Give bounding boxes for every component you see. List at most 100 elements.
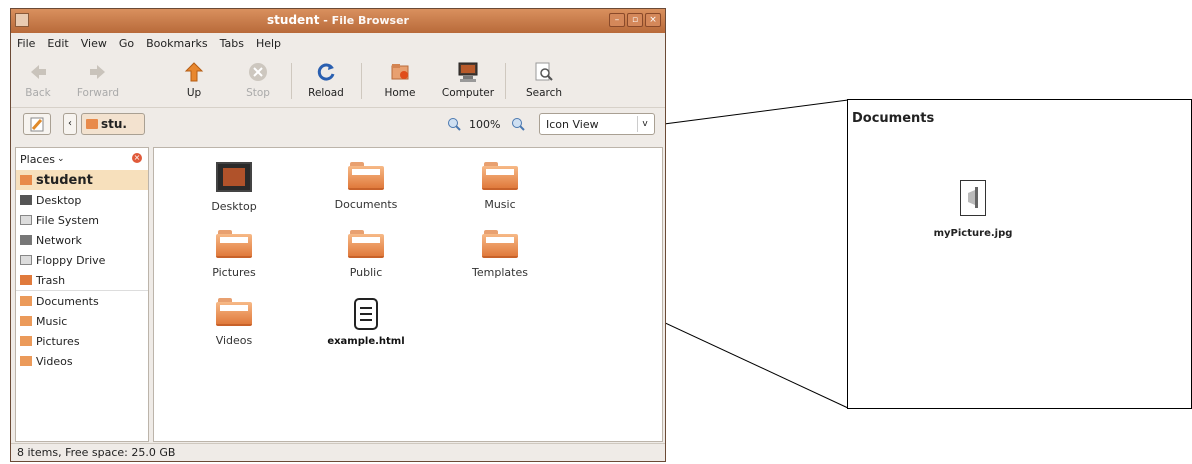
- file-item-music[interactable]: Music: [450, 162, 550, 211]
- folder-icon: [482, 230, 518, 258]
- file-item-example-html[interactable]: example.html: [316, 298, 416, 347]
- window-title-app: - File Browser: [319, 14, 409, 27]
- callout-title: Documents: [852, 111, 935, 126]
- drive-icon: [20, 215, 32, 225]
- sidebar-item-label: Pictures: [36, 334, 80, 348]
- file-item-label: Templates: [472, 266, 528, 279]
- sidebar-item-network[interactable]: Network: [16, 230, 148, 250]
- sidebar-item-trash[interactable]: Trash: [16, 270, 148, 291]
- menu-tabs[interactable]: Tabs: [220, 37, 244, 50]
- file-icon-view[interactable]: Desktop Documents Music Pictures Public …: [153, 147, 663, 442]
- home-folder-icon: [86, 119, 98, 129]
- location-bar: ‹ stu. 100% Icon View v: [11, 109, 665, 141]
- home-icon: [389, 61, 411, 83]
- chevron-down-icon: ⌄: [56, 154, 65, 164]
- folder-icon: [20, 336, 32, 346]
- edit-location-icon: [30, 117, 44, 132]
- sidebar-item-pictures[interactable]: Pictures: [16, 331, 148, 351]
- toggle-location-button[interactable]: [23, 113, 51, 135]
- sidebar-item-label: Network: [36, 233, 82, 247]
- search-label: Search: [525, 87, 563, 99]
- zoom-level[interactable]: 100%: [469, 118, 500, 131]
- title-bar[interactable]: student - File Browser – ▫ ×: [11, 9, 665, 33]
- stop-icon: [247, 61, 269, 83]
- stop-button[interactable]: Stop: [233, 61, 283, 99]
- status-text: 8 items, Free space: 25.0 GB: [17, 446, 176, 459]
- file-item-desktop[interactable]: Desktop: [184, 162, 284, 213]
- file-item-public[interactable]: Public: [316, 230, 416, 279]
- path-button-home[interactable]: stu.: [81, 113, 145, 135]
- places-header[interactable]: Places ⌄ ×: [16, 148, 148, 170]
- file-item-label: Pictures: [212, 266, 256, 279]
- maximize-button[interactable]: ▫: [627, 13, 643, 27]
- window-title-folder: student: [267, 13, 320, 27]
- file-item-documents[interactable]: Documents: [316, 162, 416, 211]
- minimize-button[interactable]: –: [609, 13, 625, 27]
- reload-button[interactable]: Reload: [301, 61, 351, 99]
- up-label: Up: [186, 87, 202, 99]
- menu-bookmarks[interactable]: Bookmarks: [146, 37, 207, 50]
- up-button[interactable]: Up: [169, 61, 219, 99]
- window-title: student - File Browser: [11, 13, 665, 27]
- sidebar-item-label: Floppy Drive: [36, 253, 106, 267]
- zoom-out-icon[interactable]: [447, 117, 461, 131]
- sidebar-item-videos[interactable]: Videos: [16, 351, 148, 371]
- forward-arrow-icon: [87, 61, 109, 83]
- file-item-label: Music: [484, 198, 516, 211]
- sidebar-item-label: Desktop: [36, 193, 82, 207]
- sidebar-item-documents[interactable]: Documents: [16, 291, 148, 311]
- menu-go[interactable]: Go: [119, 37, 134, 50]
- close-button[interactable]: ×: [645, 13, 661, 27]
- folder-icon: [482, 162, 518, 190]
- view-mode-value: Icon View: [546, 117, 599, 131]
- folder-icon: [348, 162, 384, 190]
- file-browser-window: student - File Browser – ▫ × File Edit V…: [10, 8, 666, 462]
- menu-bar: File Edit View Go Bookmarks Tabs Help: [11, 33, 665, 53]
- computer-label: Computer: [441, 87, 495, 99]
- path-scroll-left-button[interactable]: ‹: [63, 113, 77, 135]
- folder-icon: [20, 316, 32, 326]
- sidebar-item-label: Videos: [36, 354, 73, 368]
- desktop-folder-icon: [216, 162, 252, 192]
- menu-file[interactable]: File: [17, 37, 35, 50]
- sidebar-item-label: File System: [36, 213, 99, 227]
- computer-icon: [457, 61, 479, 83]
- view-mode-select[interactable]: Icon View v: [539, 113, 655, 135]
- places-sidebar: Places ⌄ × student Desktop File System Ne…: [15, 147, 149, 442]
- documents-callout-panel: Documents myPicture.jpg: [847, 99, 1192, 409]
- sidebar-item-file-system[interactable]: File System: [16, 210, 148, 230]
- html-file-icon: [354, 298, 378, 330]
- folder-icon: [20, 296, 32, 306]
- chevron-down-icon: v: [637, 116, 652, 132]
- up-arrow-icon: [183, 61, 205, 83]
- sidebar-item-desktop[interactable]: Desktop: [16, 190, 148, 210]
- home-button[interactable]: Home: [375, 61, 425, 99]
- forward-label: Forward: [76, 87, 120, 99]
- file-item-templates[interactable]: Templates: [450, 230, 550, 279]
- sidebar-item-student[interactable]: student: [16, 170, 148, 190]
- status-bar: 8 items, Free space: 25.0 GB: [11, 443, 665, 461]
- menu-help[interactable]: Help: [256, 37, 281, 50]
- folder-icon: [20, 356, 32, 366]
- forward-button[interactable]: Forward: [73, 61, 123, 99]
- toolbar: Back Forward Up Stop Reload Home Compute…: [11, 55, 665, 108]
- places-header-label: Places: [20, 152, 55, 166]
- zoom-in-icon[interactable]: [511, 117, 525, 131]
- menu-edit[interactable]: Edit: [47, 37, 68, 50]
- stop-label: Stop: [246, 87, 270, 99]
- sidebar-item-label: student: [36, 172, 93, 188]
- close-sidebar-icon[interactable]: ×: [132, 153, 142, 163]
- sidebar-item-music[interactable]: Music: [16, 311, 148, 331]
- sidebar-item-label: Trash: [36, 273, 66, 287]
- file-item-pictures[interactable]: Pictures: [184, 230, 284, 279]
- back-label: Back: [25, 87, 51, 99]
- sidebar-item-floppy[interactable]: Floppy Drive: [16, 250, 148, 270]
- computer-button[interactable]: Computer: [439, 61, 497, 99]
- trash-icon: [20, 275, 32, 285]
- file-item-mypicture[interactable]: myPicture.jpg: [918, 180, 1028, 239]
- back-button[interactable]: Back: [13, 61, 63, 99]
- sidebar-item-label: Documents: [36, 294, 99, 308]
- menu-view[interactable]: View: [81, 37, 107, 50]
- search-button[interactable]: Search: [519, 61, 569, 99]
- file-item-videos[interactable]: Videos: [184, 298, 284, 347]
